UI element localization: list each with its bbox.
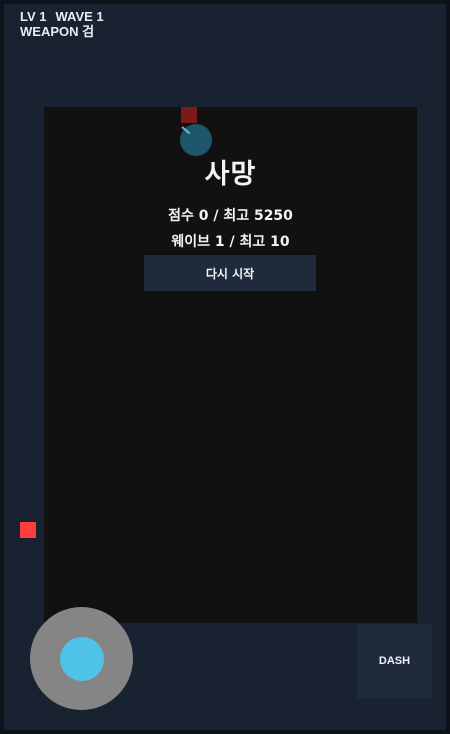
joystick-knob[interactable] <box>60 637 104 681</box>
dash-button[interactable]: DASH <box>357 624 432 698</box>
enemy-square <box>181 107 197 123</box>
hud: LV 1 WAVE 1 WEAPON 검 <box>20 9 104 39</box>
hud-weapon: WEAPON 검 <box>20 24 95 39</box>
game-over-panel: 사망 점수 0 / 최고 5250 웨이브 1 / 최고 10 <box>44 152 417 251</box>
game-screen: LV 1 WAVE 1 WEAPON 검 사망 점수 0 / 최고 5250 웨… <box>0 0 450 734</box>
restart-button[interactable]: 다시 시작 <box>144 255 316 291</box>
score-line: 점수 0 / 최고 5250 <box>168 208 293 224</box>
game-over-title: 사망 <box>204 159 257 190</box>
hud-wave: WAVE 1 <box>55 9 104 24</box>
hud-level: LV 1 <box>20 9 47 24</box>
wave-line: 웨이브 1 / 최고 10 <box>171 234 290 250</box>
enemy-square <box>20 522 36 538</box>
